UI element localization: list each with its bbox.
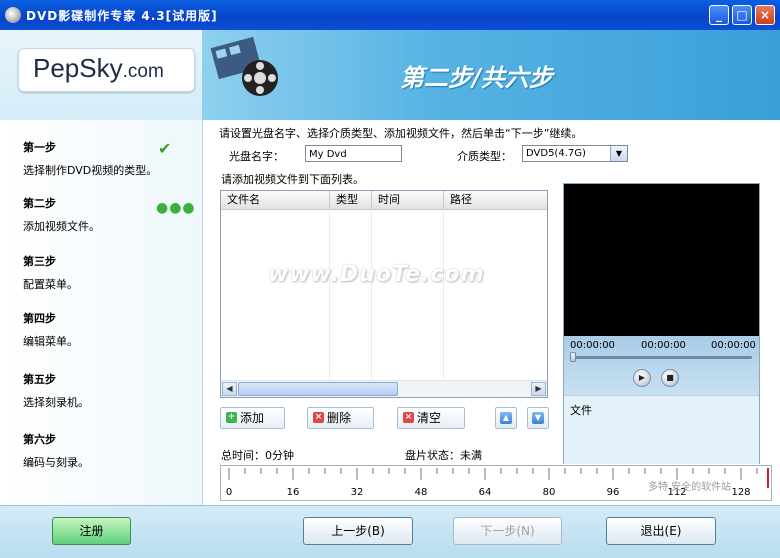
- col-path[interactable]: 路径: [444, 191, 548, 209]
- scroll-left-icon[interactable]: ◀: [222, 382, 237, 396]
- chevron-down-icon[interactable]: ▼: [610, 146, 627, 161]
- ruler-tick-label: 128: [731, 487, 750, 498]
- list-header: 文件名 类型 时间 路径: [221, 191, 547, 210]
- next-button[interactable]: 下一步(N): [453, 517, 562, 545]
- step-heading: 第一步: [23, 141, 56, 154]
- seek-handle[interactable]: [570, 352, 576, 362]
- arrow-up-icon: ▲: [500, 412, 512, 424]
- video-screen: [564, 184, 759, 336]
- divider: [371, 209, 372, 381]
- col-time[interactable]: 时间: [372, 191, 444, 209]
- plus-icon: +: [226, 412, 237, 423]
- col-type[interactable]: 类型: [330, 191, 372, 209]
- media-type-value: DVD5(4.7G): [526, 148, 586, 159]
- delete-label: 删除: [327, 411, 352, 425]
- ruler-tick-label: 32: [351, 487, 364, 498]
- instruction-text: 请设置光盘名字、选择介质类型、添加视频文件，然后单击“下一步”继续。: [219, 127, 583, 140]
- col-filename[interactable]: 文件名: [221, 191, 330, 209]
- add-label: 添加: [240, 411, 265, 425]
- step-heading: 第四步: [23, 312, 56, 325]
- step-2: 第二步 添加视频文件。: [23, 195, 100, 234]
- step-5: 第五步 选择刻录机。: [23, 371, 89, 410]
- delete-button[interactable]: × 删除: [307, 407, 374, 429]
- film-reel-icon: [210, 36, 278, 96]
- ruler-tick-label: 48: [415, 487, 428, 498]
- step-4: 第四步 编辑菜单。: [23, 310, 78, 349]
- step-heading: 第五步: [23, 373, 56, 386]
- ruler-tick-label: 64: [479, 487, 492, 498]
- move-up-button[interactable]: ▲: [495, 407, 517, 429]
- close-button[interactable]: ×: [755, 5, 775, 25]
- step-desc: 添加视频文件。: [23, 220, 100, 233]
- stop-icon[interactable]: ■: [661, 369, 679, 387]
- disc-name-label: 光盘名字：: [229, 150, 284, 163]
- time-total: 00:00:00: [711, 340, 756, 351]
- exit-button[interactable]: 退出(E): [606, 517, 716, 545]
- prev-button[interactable]: 上一步(B): [303, 517, 413, 545]
- step-heading: 第三步: [23, 255, 56, 268]
- player-controls: 00:00:00 00:00:00 00:00:00 ▶ ■: [564, 336, 759, 395]
- step-title: 第二步/共六步: [400, 63, 553, 92]
- total-time: 总时间：0分钟: [221, 449, 294, 462]
- step-desc: 编码与刻录。: [23, 456, 89, 469]
- clear-label: 清空: [417, 411, 442, 425]
- arrow-down-icon: ▼: [532, 412, 544, 424]
- add-button[interactable]: + 添加: [220, 407, 285, 429]
- window-title: DVD影碟制作专家 4.3[试用版]: [26, 9, 218, 23]
- divider: [443, 209, 444, 381]
- ruler-tick-label: 16: [287, 487, 300, 498]
- delete-icon: ×: [313, 412, 324, 423]
- ruler-tick-label: 0: [226, 487, 232, 498]
- scroll-right-icon[interactable]: ▶: [531, 382, 546, 396]
- move-down-button[interactable]: ▼: [527, 407, 549, 429]
- disc-icon: [5, 7, 21, 23]
- divider: [329, 209, 330, 381]
- logo: PepSky.com: [18, 48, 195, 92]
- horizontal-scrollbar[interactable]: ◀ ▶: [221, 380, 547, 397]
- maximize-button[interactable]: □: [732, 5, 752, 25]
- step-1: 第一步 选择制作DVD视频的类型。: [23, 139, 157, 178]
- ruler-tick-label: 80: [543, 487, 556, 498]
- register-button[interactable]: 注册: [52, 517, 131, 545]
- title-bar: DVD影碟制作专家 4.3[试用版] _ □ ×: [0, 0, 780, 30]
- file-info-panel: 文件: [564, 395, 759, 464]
- step-heading: 第二步: [23, 197, 56, 210]
- time-current: 00:00:00: [570, 340, 615, 351]
- step-6: 第六步 编码与刻录。: [23, 431, 89, 470]
- clear-icon: ×: [403, 412, 414, 423]
- time-mid: 00:00:00: [641, 340, 686, 351]
- current-step-dots-icon: ●●●: [156, 200, 196, 216]
- step-desc: 编辑菜单。: [23, 335, 78, 348]
- watermark: www.DuoTe.com: [268, 262, 485, 287]
- step-desc: 选择刻录机。: [23, 396, 89, 409]
- media-type-select[interactable]: DVD5(4.7G) ▼: [522, 145, 628, 162]
- step-desc: 选择制作DVD视频的类型。: [23, 164, 158, 177]
- step-3: 第三步 配置菜单。: [23, 253, 78, 292]
- clear-button[interactable]: × 清空: [397, 407, 465, 429]
- preview-player: 00:00:00 00:00:00 00:00:00 ▶ ■ 文件: [563, 183, 760, 464]
- file-info-label: 文件: [570, 404, 592, 417]
- disc-name-input[interactable]: My Dvd: [305, 145, 402, 162]
- disc-status: 盘片状态：未满: [405, 449, 482, 462]
- step-heading: 第六步: [23, 433, 56, 446]
- seek-track[interactable]: [572, 356, 752, 359]
- file-list[interactable]: 文件名 类型 时间 路径 ◀ ▶: [220, 190, 548, 398]
- media-type-label: 介质类型：: [457, 150, 512, 163]
- minimize-button[interactable]: _: [709, 5, 729, 25]
- ruler-tick-label: 96: [607, 487, 620, 498]
- play-icon[interactable]: ▶: [633, 369, 651, 387]
- list-hint: 请添加视频文件到下面列表。: [221, 173, 364, 186]
- step-desc: 配置菜单。: [23, 278, 78, 291]
- site-badge: 多特 安全的软件站: [648, 482, 732, 493]
- scroll-thumb[interactable]: [238, 382, 398, 396]
- checkmark-icon: ✔: [158, 139, 172, 158]
